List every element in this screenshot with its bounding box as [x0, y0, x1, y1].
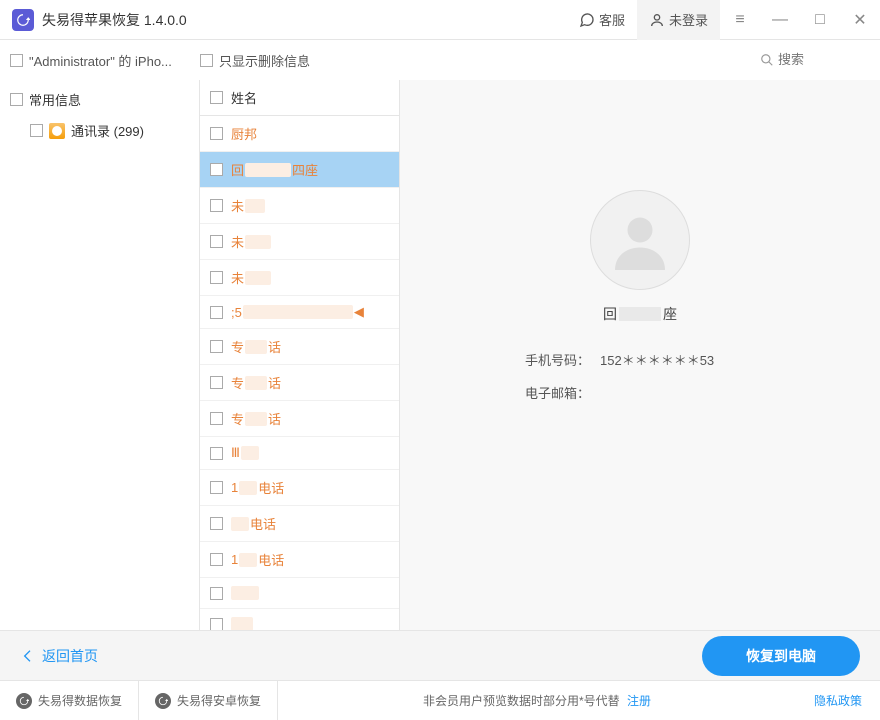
avatar [590, 190, 690, 290]
recover-button[interactable]: 恢复到电脑 [702, 636, 860, 676]
register-link[interactable]: 注册 [627, 694, 651, 708]
menu-button[interactable]: ≡ [720, 0, 760, 40]
list-header: 姓名 [200, 80, 399, 116]
arrow-left-icon [20, 648, 36, 664]
toolbar: "Administrator" 的 iPho... 只显示删除信息 [0, 40, 880, 80]
detail-panel: 回 座 手机号码： 152＊＊＊＊＊＊53 电子邮箱： [400, 80, 880, 630]
main: 常用信息 通讯录 (299) 姓名 厨邦回四座未未未;5 ◀专话专话专话Ⅲ1电话… [0, 80, 880, 630]
list-item[interactable] [200, 578, 399, 609]
row-text [231, 617, 253, 630]
search-input[interactable] [778, 52, 858, 67]
footer-link-android-recovery[interactable]: 失易得安卓恢复 [139, 681, 278, 720]
app-title: 失易得苹果恢复 1.4.0.0 [42, 10, 187, 30]
contacts-icon [49, 123, 65, 139]
brand-icon [155, 693, 171, 709]
detail-name: 回 座 [603, 304, 677, 324]
support-button[interactable]: 客服 [567, 0, 637, 40]
row-checkbox[interactable] [210, 618, 223, 631]
privacy-link[interactable]: 隐私政策 [814, 692, 862, 709]
deleted-only-label: 只显示删除信息 [219, 51, 310, 70]
contact-list: 姓名 厨邦回四座未未未;5 ◀专话专话专话Ⅲ1电话电话1电话 [200, 80, 400, 630]
row-text: 电话 [231, 514, 276, 533]
app-logo [12, 9, 34, 31]
tree-root[interactable]: 常用信息 [0, 84, 199, 115]
deleted-only-checkbox[interactable] [200, 54, 213, 67]
list-item[interactable]: 专话 [200, 329, 399, 365]
back-home-link[interactable]: 返回首页 [20, 646, 98, 666]
footer-note: 非会员用户预览数据时部分用*号代替 注册 [423, 692, 651, 709]
brand-icon [16, 693, 32, 709]
list-item[interactable] [200, 609, 399, 630]
list-item[interactable]: 电话 [200, 506, 399, 542]
row-text: 1电话 [231, 478, 284, 497]
list-item[interactable]: ;5 ◀ [200, 296, 399, 329]
minimize-button[interactable]: — [760, 0, 800, 40]
sidebar: 常用信息 通讯录 (299) [0, 80, 200, 630]
hamburger-icon: ≡ [735, 11, 744, 29]
select-all-checkbox[interactable] [210, 91, 223, 104]
close-button[interactable]: ✕ [840, 0, 880, 40]
login-button[interactable]: 未登录 [637, 0, 720, 40]
row-text: 回四座 [231, 160, 318, 179]
footer-link-data-recovery[interactable]: 失易得数据恢复 [0, 681, 139, 720]
name-mask [619, 307, 661, 321]
minimize-icon: — [772, 11, 788, 29]
maximize-button[interactable]: □ [800, 0, 840, 40]
row-text: 厨邦 [231, 124, 257, 143]
list-item[interactable]: 未 [200, 260, 399, 296]
tree-contacts[interactable]: 通讯录 (299) [0, 115, 199, 146]
footer: 失易得数据恢复 失易得安卓恢复 非会员用户预览数据时部分用*号代替 注册 隐私政… [0, 680, 880, 720]
row-checkbox[interactable] [210, 412, 223, 425]
row-checkbox[interactable] [210, 340, 223, 353]
bottombar: 返回首页 恢复到电脑 [0, 630, 880, 680]
phone-value: 152＊＊＊＊＊＊53 [600, 350, 714, 369]
list-item[interactable]: 未 [200, 224, 399, 260]
list-item[interactable]: 回四座 [200, 152, 399, 188]
root-checkbox[interactable] [10, 93, 23, 106]
user-icon [649, 12, 665, 28]
list-item[interactable]: 1电话 [200, 542, 399, 578]
row-checkbox[interactable] [210, 127, 223, 140]
device-label: "Administrator" 的 iPho... [29, 51, 172, 70]
row-checkbox[interactable] [210, 271, 223, 284]
row-checkbox[interactable] [210, 163, 223, 176]
titlebar: 失易得苹果恢复 1.4.0.0 客服 未登录 ≡ — □ ✕ [0, 0, 880, 40]
row-checkbox[interactable] [210, 481, 223, 494]
list-item[interactable]: Ⅲ [200, 437, 399, 470]
row-text: 未 [231, 232, 271, 251]
row-text: 专话 [231, 409, 281, 428]
row-text: 专话 [231, 337, 281, 356]
email-field: 电子邮箱： [510, 383, 770, 402]
list-item[interactable]: 1电话 [200, 470, 399, 506]
row-checkbox[interactable] [210, 306, 223, 319]
row-checkbox[interactable] [210, 553, 223, 566]
row-checkbox[interactable] [210, 235, 223, 248]
close-icon: ✕ [853, 10, 866, 30]
device-checkbox[interactable] [10, 54, 23, 67]
row-text: ;5 ◀ [231, 304, 364, 320]
search-icon [760, 53, 774, 67]
list-item[interactable]: 厨邦 [200, 116, 399, 152]
list-item[interactable]: 专话 [200, 401, 399, 437]
row-text: 专话 [231, 373, 281, 392]
row-text: 未 [231, 196, 265, 215]
list-item[interactable]: 未 [200, 188, 399, 224]
maximize-icon: □ [815, 11, 825, 29]
row-text: 1电话 [231, 550, 284, 569]
row-checkbox[interactable] [210, 447, 223, 460]
row-checkbox[interactable] [210, 517, 223, 530]
chat-icon [579, 12, 595, 28]
row-text [231, 586, 259, 600]
row-checkbox[interactable] [210, 199, 223, 212]
row-checkbox[interactable] [210, 587, 223, 600]
row-text: Ⅲ [231, 445, 259, 461]
avatar-icon [610, 210, 670, 270]
row-text: 未 [231, 268, 271, 287]
list-item[interactable]: 专话 [200, 365, 399, 401]
list-body[interactable]: 厨邦回四座未未未;5 ◀专话专话专话Ⅲ1电话电话1电话 [200, 116, 399, 630]
phone-field: 手机号码： 152＊＊＊＊＊＊53 [510, 350, 770, 369]
row-checkbox[interactable] [210, 376, 223, 389]
search-wrap [760, 52, 870, 68]
contacts-checkbox[interactable] [30, 124, 43, 137]
